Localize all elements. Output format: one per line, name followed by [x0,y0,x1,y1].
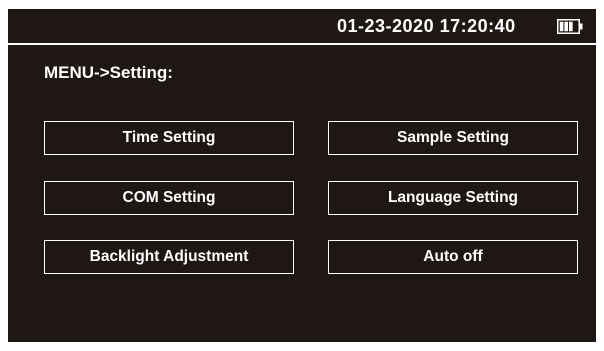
battery-segment [569,21,573,32]
menu-title: MENU->Setting: [44,63,173,82]
backlight-adjustment-label: Backlight Adjustment [89,248,249,265]
time-setting-label: Time Setting [122,129,216,146]
auto-off-label: Auto off [423,248,483,265]
battery-segment [559,21,564,32]
time-setting-button[interactable]: Time Setting [44,121,294,155]
com-setting-button[interactable]: COM Setting [44,181,294,215]
com-setting-label: COM Setting [122,189,216,206]
sample-setting-button[interactable]: Sample Setting [328,121,578,155]
status-bar: 01-23-2020 17:20:40 [8,9,596,42]
status-divider [8,43,596,45]
device-screen: 01-23-2020 17:20:40 MENU->Setting: Time … [8,9,596,342]
backlight-adjustment-button[interactable]: Backlight Adjustment [44,240,294,274]
language-setting-button[interactable]: Language Setting [328,181,578,215]
datetime-display: 01-23-2020 17:20:40 [337,16,516,36]
auto-off-button[interactable]: Auto off [328,240,578,274]
battery-segment [564,21,568,32]
sample-setting-label: Sample Setting [397,129,509,146]
battery-icon [557,19,583,34]
language-setting-label: Language Setting [387,189,519,206]
